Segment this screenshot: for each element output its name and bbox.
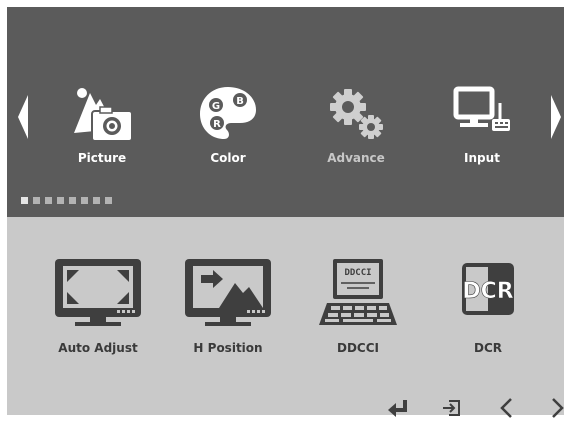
picture-icon <box>70 83 134 145</box>
item-auto-adjust[interactable]: Auto Adjust <box>43 257 153 357</box>
item-ddcci[interactable]: DDCCI DDCCI <box>303 257 413 357</box>
item-h-position[interactable]: H Position <box>173 257 283 357</box>
arrow-right-icon <box>551 95 561 139</box>
page-dot <box>57 197 64 204</box>
dcr-badge-text: DCR <box>462 279 513 304</box>
item-label: DCR <box>473 341 502 355</box>
page-dot <box>105 197 112 204</box>
color-letter-r: R <box>213 119 221 130</box>
color-palette-icon: B G R <box>196 83 260 145</box>
dcr-icon: DCR <box>443 257 533 329</box>
category-color[interactable]: B G R Color <box>173 73 283 183</box>
ddcci-screen-text: DDCCI <box>344 268 371 278</box>
category-label: Color <box>210 151 246 165</box>
h-position-icon <box>183 257 273 329</box>
category-label: Input <box>464 151 500 165</box>
arrow-left-icon <box>18 95 28 139</box>
next-button[interactable] <box>544 395 570 421</box>
page-dot <box>33 197 40 204</box>
category-input[interactable]: Input <box>427 73 537 183</box>
item-label: H Position <box>193 341 263 355</box>
next-category-button[interactable] <box>549 95 563 139</box>
prev-category-button[interactable] <box>16 95 30 139</box>
exit-button[interactable] <box>439 395 465 421</box>
page-dot <box>21 197 28 204</box>
page-dot <box>45 197 52 204</box>
ddcci-icon: DDCCI <box>313 257 403 329</box>
input-computer-icon <box>450 83 514 145</box>
gears-icon <box>324 83 388 145</box>
item-label: Auto Adjust <box>58 341 138 355</box>
category-picture[interactable]: Picture <box>47 73 157 183</box>
osd-menu: Picture B G R Color Advance Input Auto A… <box>7 7 564 418</box>
category-label: Picture <box>77 151 127 165</box>
auto-adjust-icon <box>53 257 143 329</box>
page-indicator <box>21 197 117 205</box>
category-bar: Picture B G R Color Advance Input <box>7 7 564 217</box>
category-advance[interactable]: Advance <box>301 73 411 183</box>
color-letter-g: G <box>212 101 220 112</box>
chevron-right-icon <box>552 398 564 418</box>
previous-button[interactable] <box>494 395 520 421</box>
page-dot <box>93 197 100 204</box>
exit-icon <box>443 400 460 416</box>
chevron-left-icon <box>500 398 512 418</box>
item-dcr[interactable]: DCR DCR <box>433 257 543 357</box>
page-dot <box>69 197 76 204</box>
enter-icon <box>388 400 407 417</box>
category-label: Advance <box>327 151 385 165</box>
enter-button[interactable] <box>385 395 411 421</box>
page-dot <box>81 197 88 204</box>
color-letter-b: B <box>236 96 244 107</box>
item-label: DDCCI <box>337 341 379 355</box>
